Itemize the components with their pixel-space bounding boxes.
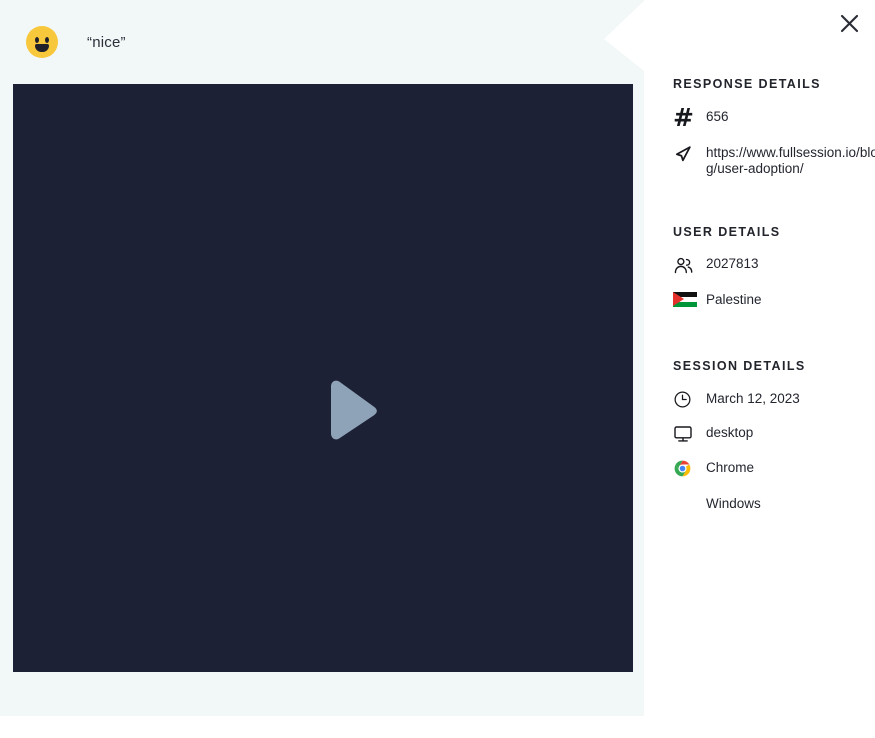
cursor-arrow-glyph	[675, 146, 691, 162]
row-response-id: # 656	[673, 103, 729, 132]
close-button[interactable]	[832, 6, 866, 40]
country-value: Palestine	[706, 292, 762, 307]
session-date-value: March 12, 2023	[706, 391, 800, 406]
section-title-user-details: USER DETAILS	[673, 225, 781, 239]
monitor-icon	[673, 424, 699, 444]
flag-triangle-red	[673, 292, 684, 306]
chrome-icon	[673, 459, 699, 478]
row-browser: Chrome	[673, 459, 754, 478]
emoji-mouth	[35, 44, 49, 52]
row-device-type: desktop	[673, 424, 753, 444]
row-response-url[interactable]: https://www.fullsession.io/blog/user-ado…	[673, 144, 875, 177]
quote-text: “nice”	[87, 33, 126, 51]
clock-glyph	[674, 391, 691, 408]
monitor-glyph	[674, 426, 692, 442]
emoji-eye-right	[45, 37, 49, 43]
browser-value: Chrome	[706, 460, 755, 475]
windows-glyph	[673, 495, 691, 513]
emoji-eye-left	[35, 37, 39, 43]
section-title-response-details: RESPONSE DETAILS	[673, 77, 821, 91]
hash-icon: #	[673, 103, 694, 132]
cursor-arrow-icon	[673, 144, 699, 166]
response-url-value[interactable]: https://www.fullsession.io/blog/user-ado…	[706, 144, 875, 177]
clock-icon	[673, 390, 699, 409]
response-id-value: 656	[706, 109, 729, 124]
operating-system-value: Windows	[706, 496, 761, 511]
chrome-glyph	[674, 460, 691, 477]
section-title-session-details: SESSION DETAILS	[673, 359, 806, 373]
windows-icon	[673, 495, 699, 513]
palestine-flag-icon	[673, 291, 699, 307]
row-operating-system: Windows	[673, 495, 761, 513]
quote-header: “nice”	[0, 0, 646, 84]
user-id-value: 2027813	[706, 256, 759, 271]
session-video-player[interactable]	[13, 84, 633, 672]
grinning-face-emoji	[26, 26, 58, 58]
users-icon	[673, 255, 699, 276]
play-icon	[331, 380, 377, 440]
response-detail-modal: “nice” RESPONSE DETAILS # 656 https://ww…	[0, 0, 875, 738]
users-glyph	[674, 257, 693, 274]
details-panel-content: RESPONSE DETAILS # 656 https://www.fulls…	[673, 0, 875, 738]
device-type-value: desktop	[706, 425, 754, 440]
row-session-date: March 12, 2023	[673, 390, 800, 409]
close-icon	[840, 14, 858, 32]
row-country: Palestine	[673, 291, 762, 308]
row-user-id: 2027813	[673, 255, 759, 276]
flag-graphic	[673, 292, 697, 307]
